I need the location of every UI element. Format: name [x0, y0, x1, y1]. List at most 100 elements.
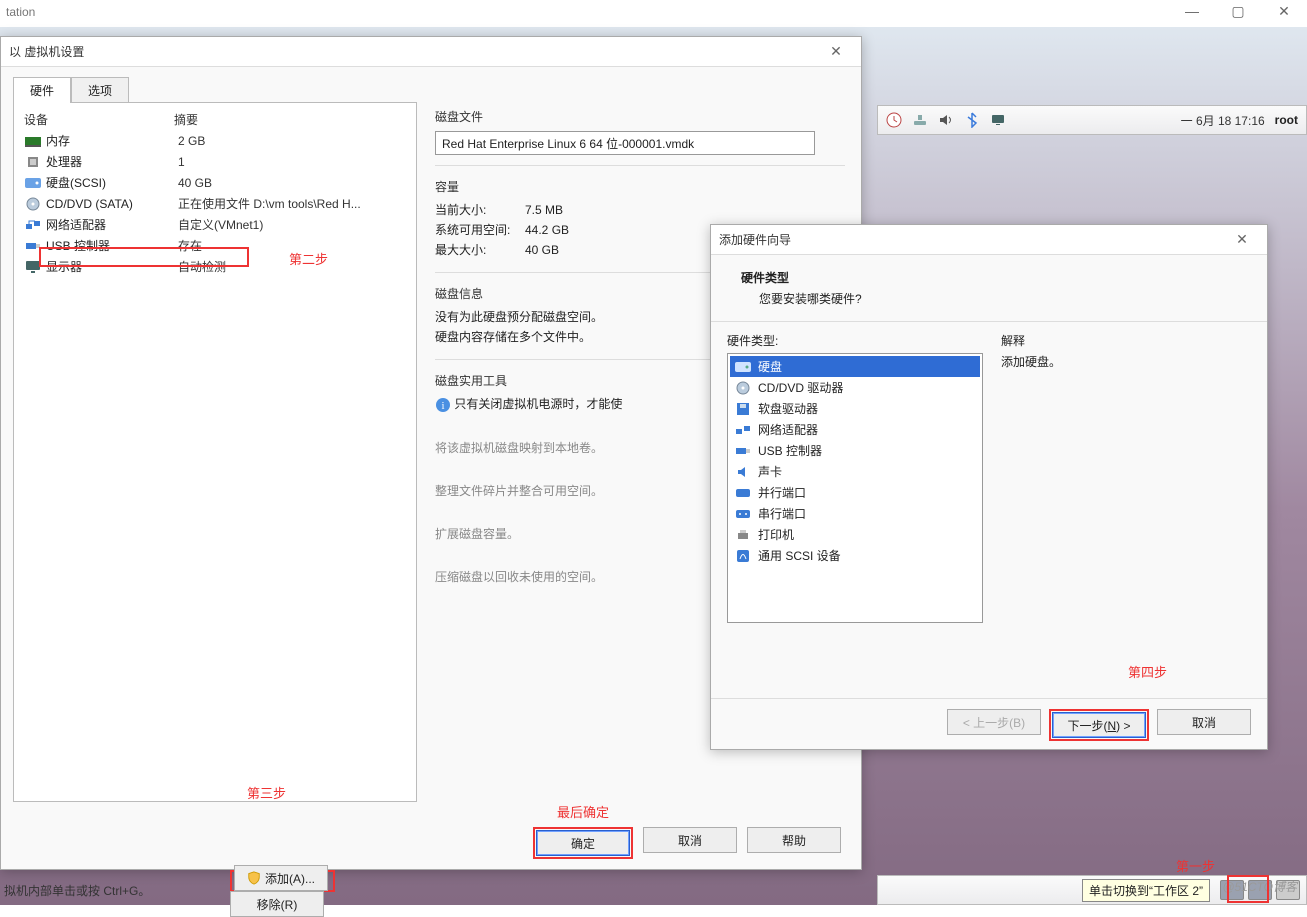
wizard-title: 添加硬件向导 [719, 231, 791, 248]
hardware-types-label: 硬件类型: [727, 332, 983, 349]
hwtype-printer[interactable]: 打印机 [730, 524, 980, 545]
update-icon[interactable] [886, 112, 902, 128]
hwtype-serial[interactable]: 串行端口 [730, 503, 980, 524]
annotation-step4: 第四步 [1128, 662, 1167, 681]
tab-options[interactable]: 选项 [71, 77, 129, 103]
ok-button[interactable]: 确定 [536, 830, 630, 856]
close-button[interactable]: ✕ [1261, 0, 1307, 22]
header-summary: 摘要 [174, 111, 406, 128]
hwtype-scsi[interactable]: 通用 SCSI 设备 [730, 545, 980, 566]
hwtype-parallel[interactable]: 并行端口 [730, 482, 980, 503]
help-button[interactable]: 帮助 [747, 827, 841, 853]
network-adapter-icon [24, 218, 42, 232]
back-button[interactable]: < 上一步(B) [947, 709, 1041, 735]
device-summary: 自定义(VMnet1) [178, 216, 406, 233]
device-name: 内存 [46, 132, 174, 149]
hwtype-disk[interactable]: 硬盘 [730, 356, 980, 377]
free-space-value: 44.2 GB [525, 223, 569, 237]
minimize-button[interactable]: — [1169, 0, 1215, 22]
current-size-value: 7.5 MB [525, 203, 563, 217]
volume-icon[interactable] [938, 112, 954, 128]
wizard-heading: 硬件类型 [741, 269, 1251, 286]
explanation-text: 添加硬盘。 [1001, 353, 1251, 370]
list-item-label: USB 控制器 [758, 442, 822, 459]
list-item-label: 并行端口 [758, 484, 806, 501]
cd-icon [24, 197, 42, 211]
next-button[interactable]: 下一步(N) > [1052, 712, 1146, 738]
device-row-cd[interactable]: CD/DVD (SATA) 正在使用文件 D:\vm tools\Red H..… [20, 193, 410, 214]
disk-icon [24, 177, 42, 189]
hwtype-usb[interactable]: USB 控制器 [730, 440, 980, 461]
add-remove-row: 添加(A)... 移除(R) [230, 865, 416, 917]
svg-text:i: i [441, 400, 444, 412]
device-row-cpu[interactable]: 处理器 1 [20, 151, 410, 172]
explanation-label: 解释 [1001, 332, 1251, 349]
settings-tabs: 硬件 选项 [13, 77, 849, 103]
add-button-label: 添加(A)... [265, 870, 315, 887]
settings-bottom-buttons: 确定 取消 帮助 [1, 827, 861, 859]
device-name: 网络适配器 [46, 216, 174, 233]
close-icon[interactable]: ✕ [1225, 231, 1259, 248]
max-size-label: 最大大小: [435, 241, 525, 258]
maximize-button[interactable]: ▢ [1215, 0, 1261, 22]
close-icon[interactable]: ✕ [819, 43, 853, 60]
device-summary: 40 GB [178, 176, 406, 190]
app-titlebar: tation — ▢ ✕ [0, 0, 1307, 24]
device-name: 处理器 [46, 153, 174, 170]
clock-text[interactable]: 一 6月 18 17:16 [1181, 112, 1265, 129]
annotation-step2: 第二步 [289, 249, 328, 268]
list-item-label: 网络适配器 [758, 421, 818, 438]
guest-top-panel: 一 6月 18 17:16 root [877, 105, 1307, 135]
memory-icon [24, 135, 42, 147]
cancel-button[interactable]: 取消 [643, 827, 737, 853]
capacity-label: 容量 [435, 178, 845, 195]
wizard-titlebar[interactable]: 添加硬件向导 ✕ [711, 225, 1267, 255]
parallel-port-icon [734, 488, 752, 498]
sound-icon [734, 465, 752, 479]
tab-hardware[interactable]: 硬件 [13, 77, 71, 103]
device-name: CD/DVD (SATA) [46, 197, 174, 211]
app-title: tation [6, 5, 35, 19]
user-label[interactable]: root [1275, 113, 1298, 127]
cd-icon [734, 381, 752, 395]
bluetooth-icon[interactable] [964, 112, 980, 128]
device-list-header: 设备 摘要 [20, 109, 410, 130]
annotation-step3: 第三步 [247, 783, 286, 802]
network-icon[interactable] [912, 112, 928, 128]
hwtype-sound[interactable]: 声卡 [730, 461, 980, 482]
disk-file-label: 磁盘文件 [435, 108, 845, 125]
annotation-step1-box [1227, 875, 1269, 903]
device-list-pane: 设备 摘要 内存 2 GB 处理器 1 硬盘(SCSI) 40 GB [13, 102, 417, 802]
workspace-tooltip: 单击切换到“工作区 2” [1082, 879, 1210, 902]
annotation-step4-box: 下一步(N) > [1049, 709, 1149, 741]
usb-icon [734, 445, 752, 457]
device-row-memory[interactable]: 内存 2 GB [20, 130, 410, 151]
window-buttons: — ▢ ✕ [1169, 0, 1307, 22]
wizard-subheading: 您要安装哪类硬件? [759, 290, 1251, 307]
list-item-label: 声卡 [758, 463, 782, 480]
hardware-type-list[interactable]: 硬盘 CD/DVD 驱动器 软盘驱动器 网络适配器 [727, 353, 983, 623]
util-info-text: 只有关闭虚拟机电源时，才能使 [454, 397, 622, 411]
remove-hardware-button[interactable]: 移除(R) [230, 891, 324, 917]
hwtype-cd[interactable]: CD/DVD 驱动器 [730, 377, 980, 398]
annotation-step1: 第一步 [1176, 856, 1215, 875]
wizard-header: 硬件类型 您要安装哪类硬件? [727, 263, 1251, 317]
add-hardware-button[interactable]: 添加(A)... [234, 865, 328, 891]
hwtype-net[interactable]: 网络适配器 [730, 419, 980, 440]
free-space-label: 系统可用空间: [435, 221, 525, 238]
hwtype-floppy[interactable]: 软盘驱动器 [730, 398, 980, 419]
next-button-label: 下一步(N) > [1067, 717, 1130, 734]
wizard-cancel-button[interactable]: 取消 [1157, 709, 1251, 735]
annotation-ok-box: 确定 [533, 827, 633, 859]
floppy-icon [734, 402, 752, 416]
list-item-label: 串行端口 [758, 505, 806, 522]
device-summary: 正在使用文件 D:\vm tools\Red H... [178, 195, 406, 212]
device-row-disk[interactable]: 硬盘(SCSI) 40 GB [20, 172, 410, 193]
vm-settings-titlebar[interactable]: 以 虚拟机设置 ✕ [1, 37, 861, 67]
device-row-net[interactable]: 网络适配器 自定义(VMnet1) [20, 214, 410, 235]
disk-file-input[interactable]: Red Hat Enterprise Linux 6 64 位-000001.v… [435, 131, 815, 155]
add-hardware-wizard: 添加硬件向导 ✕ 硬件类型 您要安装哪类硬件? 硬件类型: 硬盘 CD/DVD … [710, 224, 1268, 750]
serial-port-icon [734, 509, 752, 519]
wizard-buttons: < 上一步(B) 下一步(N) > 取消 [711, 698, 1267, 741]
monitor-icon[interactable] [990, 112, 1006, 128]
